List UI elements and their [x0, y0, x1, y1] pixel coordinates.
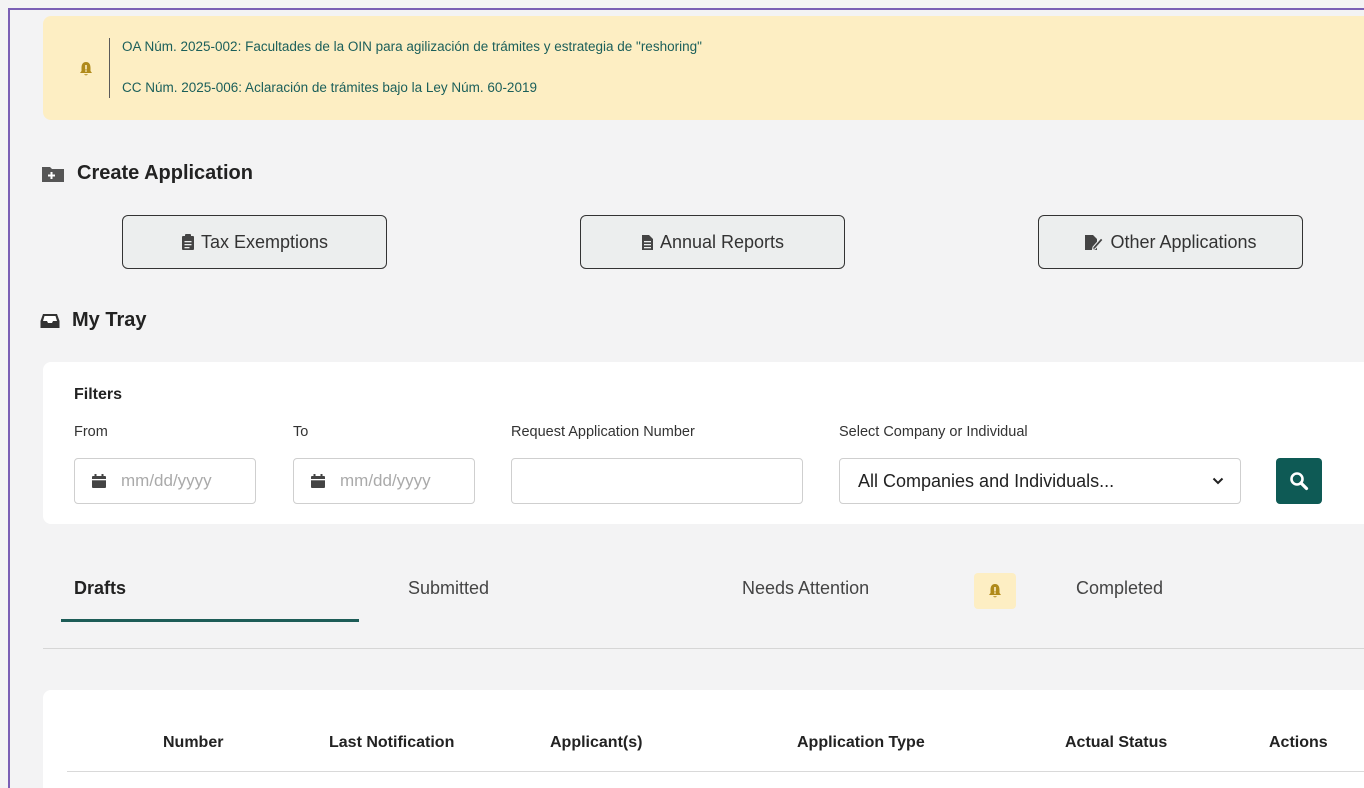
table-header-divider	[67, 771, 1364, 772]
notice-banner: OA Núm. 2025-002: Facultades de la OIN p…	[43, 16, 1364, 120]
to-date-placeholder: mm/dd/yyyy	[340, 471, 431, 490]
company-select-value: All Companies and Individuals...	[858, 470, 1115, 491]
my-tray-title: My Tray	[72, 309, 147, 331]
column-header-applicants[interactable]: Applicant(s)	[550, 734, 642, 752]
filters-panel: Filters From To Request Application Numb…	[43, 362, 1364, 524]
company-select[interactable]: All Companies and Individuals...	[839, 458, 1241, 504]
notice-link-oa[interactable]: OA Núm. 2025-002: Facultades de la OIN p…	[122, 39, 702, 54]
bell-icon	[80, 62, 92, 76]
clipboard-icon	[181, 234, 194, 250]
annual-reports-label: Annual Reports	[659, 231, 785, 252]
edit-document-icon	[1085, 234, 1105, 250]
tab-completed[interactable]: Completed	[1076, 578, 1163, 599]
tax-exemptions-button[interactable]: Tax Exemptions	[122, 215, 387, 269]
calendar-icon	[311, 474, 325, 488]
request-number-label: Request Application Number	[511, 424, 695, 440]
search-icon	[1290, 472, 1309, 491]
bell-icon	[989, 584, 1001, 598]
create-application-title: Create Application	[77, 162, 253, 184]
inbox-icon	[40, 313, 60, 328]
column-header-number[interactable]: Number	[163, 734, 223, 752]
from-date-input[interactable]: mm/dd/yyyy	[74, 458, 256, 504]
to-label: To	[293, 424, 309, 440]
tax-exemptions-label: Tax Exemptions	[200, 231, 329, 252]
tab-submitted[interactable]: Submitted	[408, 578, 489, 599]
other-applications-label: Other Applications	[1110, 231, 1257, 252]
applications-table: Number Last Notification Applicant(s) Ap…	[43, 690, 1364, 788]
needs-attention-badge	[974, 573, 1016, 609]
filters-title: Filters	[74, 386, 123, 403]
to-date-input[interactable]: mm/dd/yyyy	[293, 458, 475, 504]
document-icon	[641, 234, 653, 250]
request-number-input[interactable]	[511, 458, 803, 504]
calendar-icon	[92, 474, 106, 488]
active-tab-indicator	[61, 619, 359, 622]
create-application-heading: Create Application	[41, 162, 253, 185]
notice-divider	[109, 38, 110, 98]
annual-reports-button[interactable]: Annual Reports	[580, 215, 845, 269]
search-button[interactable]	[1276, 458, 1322, 504]
tabs-divider	[43, 648, 1364, 649]
folder-plus-icon	[42, 166, 64, 182]
tab-drafts[interactable]: Drafts	[74, 578, 126, 599]
from-label: From	[74, 424, 108, 440]
column-header-last-notification[interactable]: Last Notification	[329, 734, 454, 752]
other-applications-button[interactable]: Other Applications	[1038, 215, 1303, 269]
column-header-actions: Actions	[1269, 734, 1328, 751]
from-date-placeholder: mm/dd/yyyy	[121, 471, 212, 490]
column-header-actual-status[interactable]: Actual Status	[1065, 734, 1167, 752]
chevron-down-icon	[1212, 477, 1224, 485]
my-tray-heading: My Tray	[40, 309, 146, 332]
column-header-application-type[interactable]: Application Type	[797, 734, 925, 752]
tab-needs-attention[interactable]: Needs Attention	[742, 578, 869, 599]
notice-link-cc[interactable]: CC Núm. 2025-006: Aclaración de trámites…	[122, 80, 537, 95]
company-label: Select Company or Individual	[839, 424, 1028, 440]
